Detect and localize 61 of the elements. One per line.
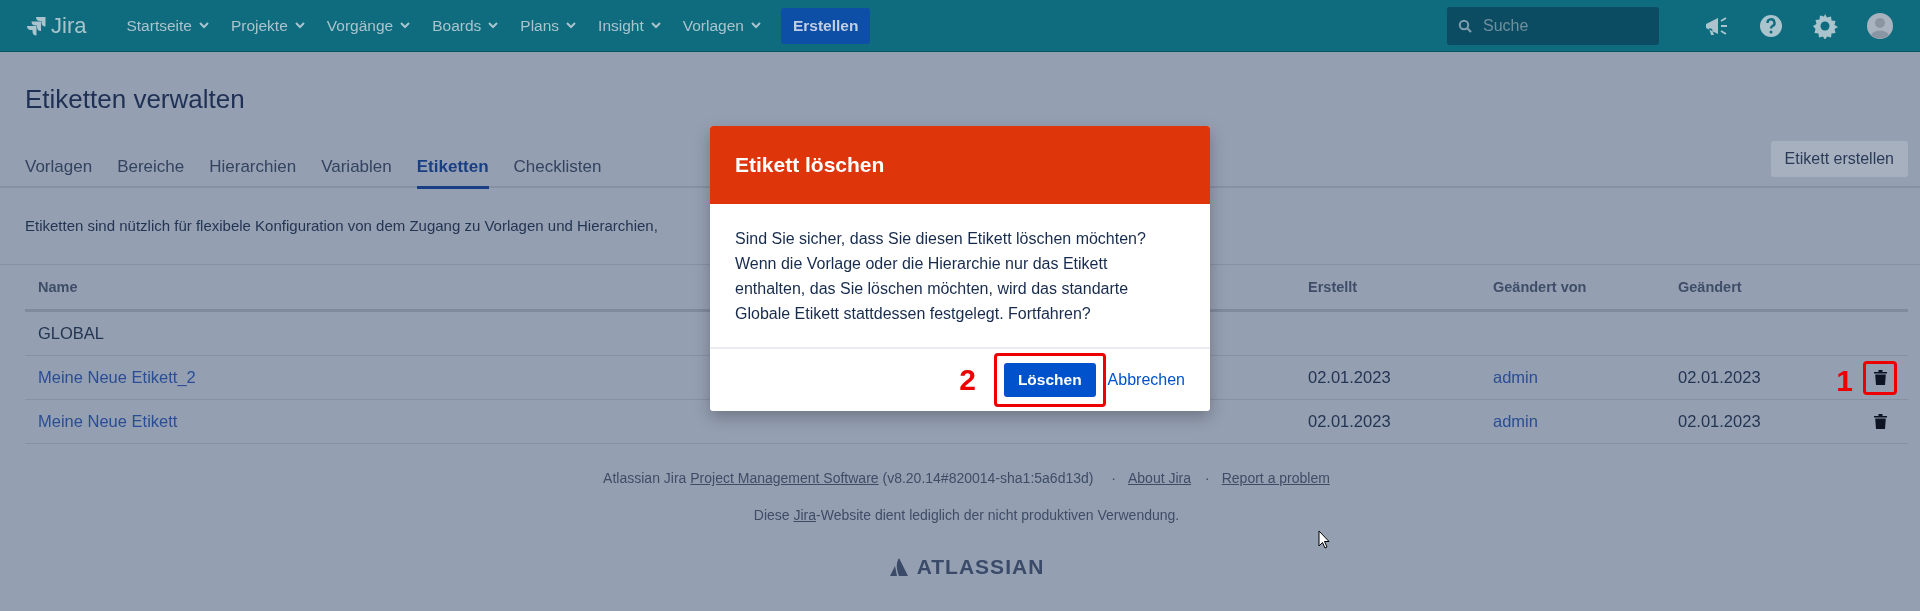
caret-icon [566,22,577,29]
tab[interactable]: Variablen [321,145,392,189]
delete-icon[interactable] [1873,414,1887,429]
tab[interactable]: Etiketten [416,145,489,189]
caret-icon [400,22,411,29]
cancel-link[interactable]: Abbrechen [1107,371,1185,389]
nav-menu-item[interactable]: Startseite [124,12,211,39]
tab[interactable]: Vorlagen [25,145,93,189]
nav-menu-item[interactable]: Vorgänge [324,12,413,39]
nav-menu-item[interactable]: Projekte [228,12,307,39]
caret-icon [294,22,305,29]
nav-menu-item[interactable]: Boards [430,12,501,39]
tab[interactable]: Bereiche [117,145,185,189]
logo-text: ATLASSIAN [916,555,1045,579]
nav-menu-item[interactable]: Vorlagen [680,12,763,39]
tab[interactable]: Hierarchien [209,145,297,189]
nav-menu-item[interactable]: Plans [518,12,579,39]
caret-icon [650,22,661,29]
logo-text: Jira [51,12,87,39]
atlassian-logo-icon [888,557,909,577]
jira-logo-icon [25,14,47,37]
create-button[interactable]: Erstellen [780,7,871,44]
delete-icon[interactable] [1873,370,1887,385]
date-cell: 02.01.2023 [1678,412,1761,430]
column-header: Name [38,279,78,295]
product-link[interactable]: Project Management Software [690,470,879,486]
search-field[interactable]: Suche [1447,6,1659,45]
user-link[interactable]: admin [1493,368,1538,386]
megaphone-icon[interactable] [1704,14,1730,37]
date-cell: 02.01.2023 [1308,412,1391,430]
footer-text: Atlassian Jira Project Management Software (v8.20.14#820014-sha1:5a6d13d) · About Jira · Report a problem [602,470,1331,486]
group-name: GLOBAL [37,324,105,343]
label-name-link[interactable]: Meine Neue Etikett [38,412,178,430]
tab[interactable]: Checklisten [513,145,602,189]
date-cell: 02.01.2023 [1308,368,1391,386]
user-link[interactable]: admin [1493,412,1538,430]
caret-icon [198,22,209,29]
delete-button[interactable]: Löschen [1003,363,1096,397]
annotation-number: 2 [959,363,976,397]
column-header: Erstellt [1307,279,1359,295]
avatar-icon[interactable] [1867,12,1893,39]
mouse-cursor-icon [1318,530,1330,549]
annotation-number: 1 [1836,363,1853,398]
create-label-button[interactable]: Etikett erstellen [1770,140,1908,177]
help-icon[interactable] [1759,13,1783,38]
footer-link[interactable]: About Jira [1128,470,1192,486]
nav-menu-item[interactable]: Insight [596,12,663,39]
caret-icon [488,22,499,29]
dialog-title: Etikett löschen [735,153,885,177]
caret-icon [750,22,761,29]
page-title: Etiketten verwalten [25,84,246,116]
column-header: Geändert [1677,279,1743,295]
footer-link[interactable]: Report a problem [1221,470,1330,486]
column-header: Geändert von [1492,279,1588,295]
dialog-message: Sind Sie sicher, dass Sie diesen Etikett löschen möchten? Wenn die Vorlage oder die Hierarchie nur das Etikett enthalten, das Sie löschen möchten, wird das standarte Globale Etikett stattdessen festgelegt. Fortfahren? [710,204,1210,349]
settings-icon[interactable] [1812,12,1838,39]
jira-link[interactable]: Jira [793,507,817,523]
label-name-link[interactable]: Meine Neue Etikett_2 [38,368,196,386]
jira-logo[interactable]: Jira [25,12,87,39]
date-cell: 02.01.2023 [1678,368,1761,386]
footer-notice: Diese Jira-Website dient lediglich der nicht produktiven Verwendung. [752,507,1181,523]
